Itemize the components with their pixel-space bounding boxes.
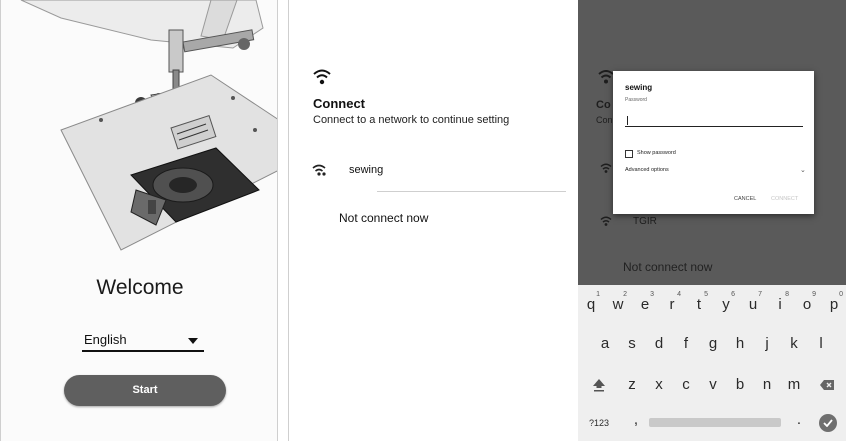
key-hint: 8 bbox=[785, 291, 789, 298]
key-g[interactable]: g bbox=[702, 335, 724, 352]
key-k[interactable]: k bbox=[783, 335, 805, 352]
key-label: w bbox=[612, 296, 624, 313]
caret-down-icon bbox=[188, 338, 198, 344]
key-x[interactable]: x bbox=[648, 376, 670, 393]
key-hint: 0 bbox=[839, 291, 843, 298]
connect-screen: Connect Connect to a network to continue… bbox=[288, 0, 566, 441]
key-hint: 9 bbox=[812, 291, 816, 298]
network-item-sewing[interactable]: sewing bbox=[289, 154, 566, 190]
wifi-signal-icon bbox=[600, 163, 612, 173]
connect-subtitle: Connect to a network to continue setting bbox=[313, 114, 510, 126]
background-title-fragment: Co bbox=[596, 99, 611, 111]
key-m[interactable]: m bbox=[783, 376, 805, 393]
key-d[interactable]: d bbox=[648, 335, 670, 352]
network-name: sewing bbox=[349, 164, 384, 176]
key-hint: 5 bbox=[704, 291, 708, 298]
password-dialog: sewing Password Show password Advanced o… bbox=[613, 71, 814, 214]
symbols-key[interactable]: ?123 bbox=[584, 418, 614, 428]
key-label: i bbox=[778, 296, 782, 313]
checkmark-icon bbox=[823, 419, 833, 427]
welcome-title: Welcome bbox=[96, 276, 184, 299]
wifi-signal-icon bbox=[312, 164, 326, 176]
key-label: r bbox=[669, 296, 675, 313]
wifi-icon bbox=[598, 70, 614, 84]
divider bbox=[377, 191, 566, 192]
key-v[interactable]: v bbox=[702, 376, 724, 393]
background-network-fragment: TGIR bbox=[633, 216, 657, 227]
key-h[interactable]: h bbox=[729, 335, 751, 352]
backspace-icon[interactable] bbox=[819, 378, 835, 392]
key-w[interactable]: w2 bbox=[607, 291, 629, 313]
shift-icon[interactable] bbox=[591, 377, 607, 393]
space-key[interactable] bbox=[649, 418, 781, 427]
key-period[interactable]: . bbox=[788, 411, 810, 428]
key-label: u bbox=[748, 296, 758, 313]
key-label: t bbox=[696, 296, 702, 313]
key-hint: 4 bbox=[677, 291, 681, 298]
key-n[interactable]: n bbox=[756, 376, 778, 393]
key-hint: 3 bbox=[650, 291, 654, 298]
key-u[interactable]: u7 bbox=[742, 291, 764, 313]
key-label: y bbox=[722, 296, 730, 313]
cancel-button[interactable]: CANCEL bbox=[734, 196, 756, 202]
wifi-icon bbox=[313, 69, 331, 85]
key-q[interactable]: q1 bbox=[580, 291, 602, 313]
background-subtitle-fragment: Con bbox=[596, 115, 613, 125]
key-t[interactable]: t5 bbox=[688, 291, 710, 313]
key-label: o bbox=[802, 296, 812, 313]
language-dropdown[interactable]: English bbox=[82, 330, 204, 352]
key-label: p bbox=[829, 296, 839, 313]
key-b[interactable]: b bbox=[729, 376, 751, 393]
key-hint: 2 bbox=[623, 291, 627, 298]
key-label: q bbox=[586, 296, 596, 313]
key-s[interactable]: s bbox=[621, 335, 643, 352]
start-button[interactable]: Start bbox=[64, 375, 226, 406]
key-c[interactable]: c bbox=[675, 376, 697, 393]
connect-title: Connect bbox=[313, 96, 365, 111]
key-e[interactable]: e3 bbox=[634, 291, 656, 313]
not-connect-button[interactable]: Not connect now bbox=[339, 211, 428, 225]
sewing-machine-illustration bbox=[20, 0, 277, 251]
key-hint: 1 bbox=[596, 291, 600, 298]
chevron-down-icon[interactable]: ⌄ bbox=[800, 166, 806, 174]
key-f[interactable]: f bbox=[675, 335, 697, 352]
welcome-screen: Welcome English Start bbox=[0, 0, 278, 441]
background-not-connect: Not connect now bbox=[623, 260, 713, 274]
key-i[interactable]: i8 bbox=[769, 291, 791, 313]
key-r[interactable]: r4 bbox=[661, 291, 683, 313]
key-comma[interactable]: , bbox=[625, 411, 647, 428]
language-value: English bbox=[84, 332, 127, 347]
connect-button[interactable]: CONNECT bbox=[771, 196, 798, 202]
wifi-signal-icon bbox=[600, 216, 612, 226]
key-o[interactable]: o9 bbox=[796, 291, 818, 313]
soft-keyboard: q1 w2 e3 r4 t5 y6 u7 i8 o9 p0 a s d f g … bbox=[578, 285, 846, 441]
key-p[interactable]: p0 bbox=[823, 291, 845, 313]
key-y[interactable]: y6 bbox=[715, 291, 737, 313]
dialog-network-name: sewing bbox=[625, 83, 653, 92]
enter-key[interactable] bbox=[819, 414, 837, 432]
key-label: e bbox=[640, 296, 650, 313]
advanced-options-toggle[interactable]: Advanced options bbox=[625, 167, 669, 173]
password-input[interactable] bbox=[625, 115, 803, 127]
show-password-checkbox[interactable] bbox=[625, 150, 633, 158]
key-a[interactable]: a bbox=[594, 335, 616, 352]
password-screen: Co Con TGIR Not connect now sewing Passw… bbox=[578, 0, 846, 441]
show-password-label: Show password bbox=[637, 150, 676, 156]
key-hint: 6 bbox=[731, 291, 735, 298]
key-hint: 7 bbox=[758, 291, 762, 298]
password-label: Password bbox=[625, 97, 647, 103]
text-cursor bbox=[627, 116, 628, 125]
key-l[interactable]: l bbox=[810, 335, 832, 352]
key-j[interactable]: j bbox=[756, 335, 778, 352]
key-z[interactable]: z bbox=[621, 376, 643, 393]
